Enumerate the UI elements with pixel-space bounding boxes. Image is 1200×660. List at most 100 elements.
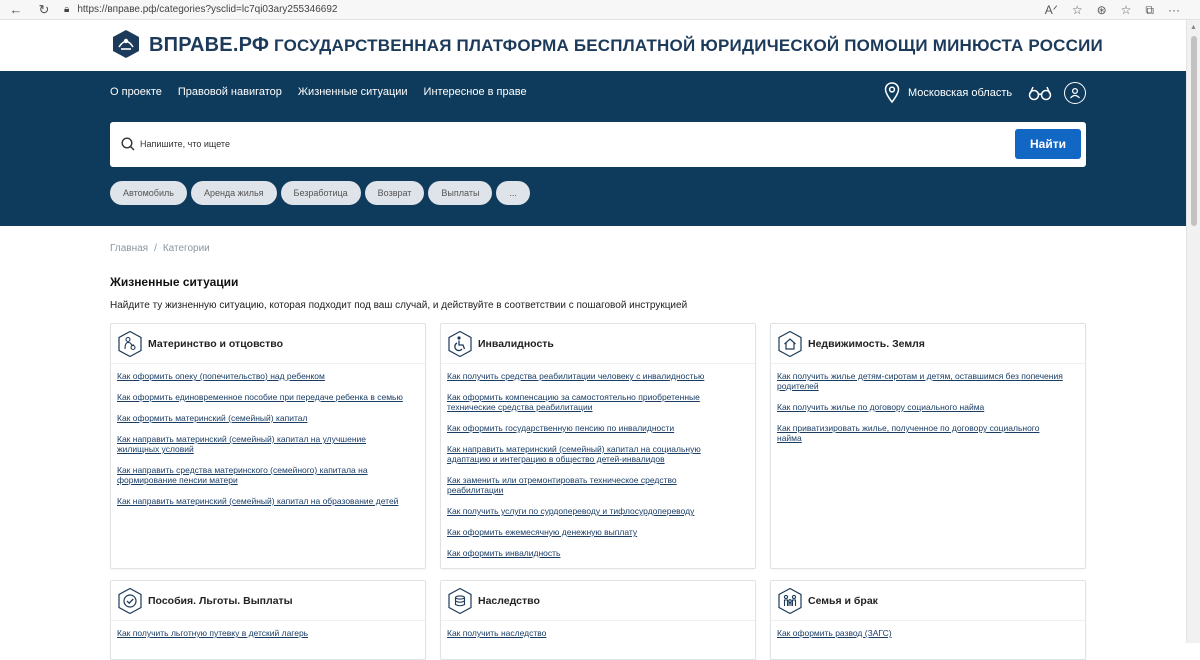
coins-icon — [448, 587, 472, 615]
search-button[interactable]: Найти — [1015, 129, 1081, 159]
category-card-disability: Инвалидность Как получить средства реаби… — [440, 323, 756, 569]
card-link[interactable]: Как оформить государственную пенсию по и… — [447, 423, 735, 433]
profile-button[interactable] — [1064, 82, 1087, 104]
nav-band: О проекте Правовой навигатор Жизненные с… — [0, 71, 1186, 226]
chip-bezrabotica[interactable]: Безработица — [280, 181, 361, 205]
nav-right: Московская область — [884, 81, 1087, 105]
browser-toolbar: ← ↻ 🔒︎ https://вправе.рф/categories?yscl… — [0, 0, 1200, 20]
chip-arenda-zhilya[interactable]: Аренда жилья — [190, 181, 277, 205]
accessibility-glasses-icon[interactable] — [1028, 85, 1052, 101]
mother-child-icon — [118, 330, 142, 358]
quick-tags: Автомобиль Аренда жилья Безработица Возв… — [110, 181, 530, 205]
card-header[interactable]: Наследство — [441, 581, 755, 621]
card-link[interactable]: Как получить жилье детям-сиротам и детям… — [777, 371, 1065, 391]
search-icon — [121, 137, 135, 151]
region-selector[interactable]: Московская область — [908, 87, 1012, 99]
wheelchair-icon — [448, 330, 472, 358]
card-link[interactable]: Как получить жилье по договору социально… — [777, 402, 1065, 412]
card-link[interactable]: Как заменить или отремонтировать техниче… — [447, 475, 735, 495]
read-aloud-icon[interactable]: Aᐟ — [1045, 3, 1058, 17]
breadcrumb-separator: / — [154, 243, 157, 254]
scroll-up-icon[interactable]: ▲ — [1190, 24, 1197, 31]
card-link[interactable]: Как направить материнский (семейный) кап… — [117, 434, 405, 454]
search-box: Найти — [110, 122, 1086, 167]
card-links: Как получить жилье детям-сиротам и детям… — [777, 371, 1065, 454]
user-icon — [1070, 87, 1081, 99]
category-card-inheritance: Наследство Как получить наследство — [440, 580, 756, 660]
card-link[interactable]: Как оформить компенсацию за самостоятель… — [447, 392, 735, 412]
nav-item-about[interactable]: О проекте — [110, 86, 162, 98]
lock-icon: 🔒︎ — [64, 4, 70, 15]
more-icon[interactable]: ··· — [1168, 3, 1180, 17]
page-subtitle: Найдите ту жизненную ситуацию, которая п… — [110, 300, 688, 311]
card-link[interactable]: Как приватизировать жилье, полученное по… — [777, 423, 1065, 443]
site-header: ВПРАВЕ.РФ ГОСУДАРСТВЕННАЯ ПЛАТФОРМА БЕСП… — [0, 20, 1186, 71]
card-link[interactable]: Как получить услуги по сурдопереводу и т… — [447, 506, 735, 516]
card-link[interactable]: Как оформить материнский (семейный) капи… — [117, 413, 405, 423]
family-icon — [778, 587, 802, 615]
card-links: Как получить средства реабилитации челов… — [447, 371, 735, 569]
breadcrumb-home[interactable]: Главная — [110, 243, 148, 254]
nav-item-interesting[interactable]: Интересное в праве — [424, 86, 527, 98]
card-link[interactable]: Как оформить инвалидность — [447, 548, 735, 558]
chip-avtomobil[interactable]: Автомобиль — [110, 181, 187, 205]
chip-vozvrat[interactable]: Возврат — [364, 181, 425, 205]
check-circle-icon — [118, 587, 142, 615]
extensions-icon[interactable]: ⊛ — [1097, 3, 1107, 17]
search-input[interactable] — [140, 133, 1000, 155]
card-link[interactable]: Как оформить развод (ЗАГС) — [777, 628, 1065, 638]
card-header[interactable]: Пособия. Льготы. Выплаты — [111, 581, 425, 621]
category-card-family: Семья и брак Как оформить развод (ЗАГС) — [770, 580, 1086, 660]
card-title: Материнство и отцовство — [148, 338, 283, 350]
card-link[interactable]: Как направить средства материнского (сем… — [117, 465, 405, 485]
card-title: Пособия. Льготы. Выплаты — [148, 595, 293, 607]
breadcrumb: Главная / Категории — [110, 243, 210, 254]
reload-icon[interactable]: ↻ — [34, 2, 54, 18]
card-title: Инвалидность — [478, 338, 554, 350]
nav-item-life-situations[interactable]: Жизненные ситуации — [298, 86, 408, 98]
card-title: Наследство — [478, 595, 540, 607]
browser-actions: Aᐟ ☆ ⊛ ☆ ⧉ ··· — [1045, 0, 1180, 20]
nav-item-legal-navigator[interactable]: Правовой навигатор — [178, 86, 282, 98]
page-title: Жизненные ситуации — [110, 275, 239, 289]
chip-more[interactable]: ... — [496, 181, 530, 205]
address-bar[interactable]: 🔒︎ https://вправе.рф/categories?ysclid=l… — [64, 4, 337, 15]
card-header[interactable]: Инвалидность — [441, 324, 755, 364]
scrollbar-thumb[interactable] — [1191, 36, 1197, 226]
category-card-benefits: Пособия. Льготы. Выплаты Как получить ль… — [110, 580, 426, 660]
card-links: Как получить льготную путевку в детский … — [117, 628, 405, 649]
house-icon — [778, 330, 802, 358]
logo-text[interactable]: ВПРАВЕ.РФ — [149, 34, 269, 57]
card-links: Как оформить опеку (попечительство) над … — [117, 371, 405, 517]
card-header[interactable]: Материнство и отцовство — [111, 324, 425, 364]
card-title: Недвижимость. Земля — [808, 338, 925, 350]
logo-emblem-icon[interactable] — [110, 28, 142, 60]
back-icon[interactable]: ← — [6, 2, 26, 18]
card-link[interactable]: Как оформить опеку (попечительство) над … — [117, 371, 405, 381]
card-header[interactable]: Семья и брак — [771, 581, 1085, 621]
card-header[interactable]: Недвижимость. Земля — [771, 324, 1085, 364]
card-link[interactable]: Как оформить единовременное пособие при … — [117, 392, 405, 402]
main-nav: О проекте Правовой навигатор Жизненные с… — [110, 86, 527, 98]
card-link[interactable]: Как получить льготную путевку в детский … — [117, 628, 405, 638]
card-link[interactable]: Как направить материнский (семейный) кап… — [117, 496, 405, 506]
favorites-icon[interactable]: ☆ — [1121, 3, 1132, 17]
category-card-real-estate: Недвижимость. Земля Как получить жилье д… — [770, 323, 1086, 569]
card-link[interactable]: Как получить наследство — [447, 628, 735, 638]
category-card-maternity: Материнство и отцовство Как оформить опе… — [110, 323, 426, 569]
card-title: Семья и брак — [808, 595, 878, 607]
card-link[interactable]: Как направить материнский (семейный) кап… — [447, 444, 735, 464]
card-links: Как оформить развод (ЗАГС) — [777, 628, 1065, 649]
card-link[interactable]: Как получить средства реабилитации челов… — [447, 371, 735, 381]
page-scrollbar[interactable]: ▲ — [1186, 20, 1200, 643]
collections-icon[interactable]: ⧉ — [1145, 3, 1154, 18]
browser-nav: ← ↻ — [6, 2, 54, 18]
location-pin-icon[interactable] — [884, 82, 900, 104]
card-links: Как получить наследство — [447, 628, 735, 649]
favorite-star-icon[interactable]: ☆ — [1072, 3, 1083, 17]
breadcrumb-current: Категории — [162, 243, 210, 254]
card-link[interactable]: Как оформить ежемесячную денежную выплат… — [447, 527, 735, 537]
platform-title: ГОСУДАРСТВЕННАЯ ПЛАТФОРМА БЕСПЛАТНОЙ ЮРИ… — [274, 36, 1103, 55]
chip-vyplaty[interactable]: Выплаты — [428, 181, 493, 205]
url-text: https://вправе.рф/categories?ysclid=lc7q… — [77, 4, 338, 15]
